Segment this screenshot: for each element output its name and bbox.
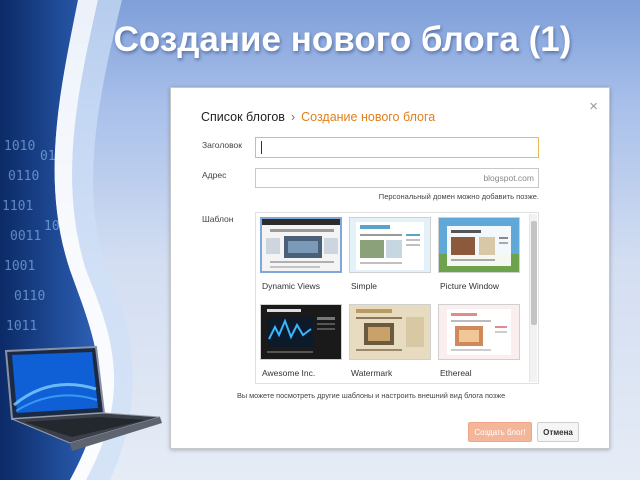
template-name: Picture Window (440, 281, 500, 291)
address-hint: Персональный домен можно добавить позже. (378, 192, 539, 201)
breadcrumb-blog-list[interactable]: Список блогов (201, 110, 285, 124)
svg-text:01: 01 (40, 149, 56, 164)
cancel-button[interactable]: Отмена (537, 422, 579, 442)
close-icon[interactable]: × (589, 98, 598, 115)
text-caret (261, 141, 262, 154)
address-label: Адрес (202, 170, 227, 180)
laptop-image (4, 345, 162, 451)
template-name: Dynamic Views (262, 281, 320, 291)
svg-text:0011: 0011 (10, 229, 41, 244)
svg-text:1010: 1010 (4, 139, 35, 154)
address-suffix: blogspot.com (483, 173, 534, 183)
create-blog-dialog: Список блогов › Создание нового блога × За… (170, 87, 610, 449)
template-thumbnail (260, 304, 342, 360)
breadcrumb-current: Создание нового блога (301, 110, 436, 124)
slide-title: Создание нового блога (1) (113, 20, 572, 59)
template-thumbnail (349, 217, 431, 273)
templates-note: Вы можете посмотреть другие шаблоны и на… (237, 391, 506, 400)
template-thumbnail (349, 304, 431, 360)
template-label: Шаблон (202, 214, 234, 224)
title-label: Заголовок (202, 140, 242, 150)
template-name: Awesome Inc. (262, 368, 316, 378)
svg-text:0110: 0110 (8, 169, 39, 184)
address-input[interactable]: blogspot.com (255, 168, 539, 188)
svg-text:1001: 1001 (4, 259, 35, 274)
template-name: Watermark (351, 368, 393, 378)
svg-text:1101: 1101 (2, 199, 33, 214)
svg-text:10: 10 (44, 219, 60, 234)
decorative-binary-strip: 1010 0110 1101 0011 1001 0110 1011 01 10 (0, 0, 190, 480)
template-thumbnail (438, 217, 520, 273)
svg-text:1011: 1011 (6, 319, 37, 334)
create-blog-button[interactable]: Создать блог! (468, 422, 532, 442)
template-name: Ethereal (440, 368, 472, 378)
svg-text:0110: 0110 (14, 289, 45, 304)
template-name: Simple (351, 281, 377, 291)
title-input[interactable] (255, 137, 539, 158)
breadcrumb: Список блогов › Создание нового блога (201, 110, 435, 124)
gallery-scrollbar-thumb[interactable] (531, 221, 537, 325)
template-thumbnail (438, 304, 520, 360)
template-gallery: Dynamic Views Simple Picture Window Awes… (255, 212, 539, 384)
breadcrumb-separator: › (290, 110, 296, 124)
template-thumbnail (260, 217, 342, 273)
